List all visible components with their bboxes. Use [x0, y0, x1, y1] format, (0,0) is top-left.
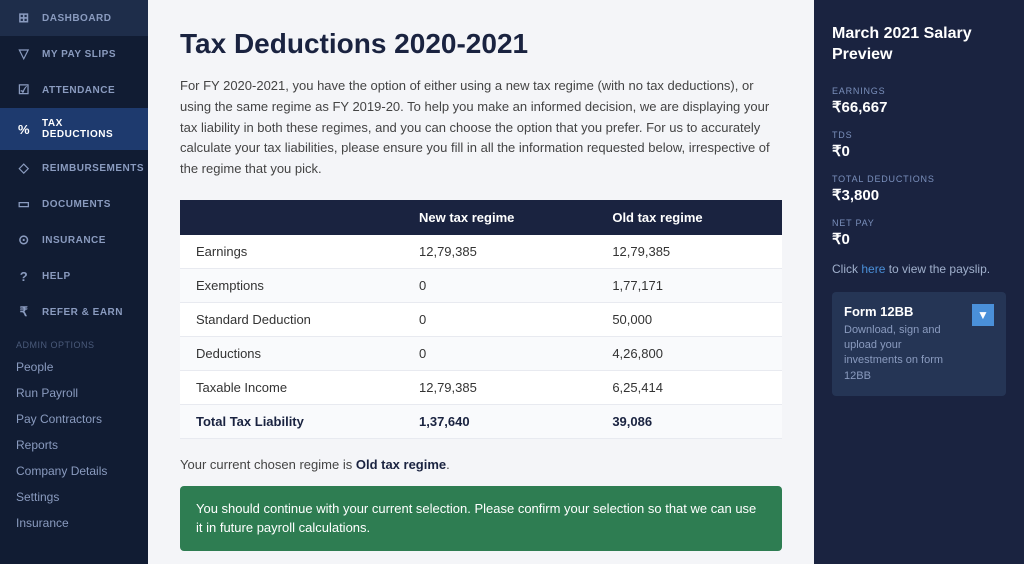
- download-icon[interactable]: ▼: [972, 304, 994, 326]
- main-content: Tax Deductions 2020-2021 For FY 2020-202…: [148, 0, 814, 564]
- page-title: Tax Deductions 2020-2021: [180, 28, 782, 60]
- row-new-value: 0: [403, 268, 596, 302]
- tax-table: New tax regime Old tax regime Earnings12…: [180, 200, 782, 439]
- total-deductions-row: Total Deductions ₹3,800: [832, 174, 1006, 204]
- sidebar-admin-item-settings[interactable]: Settings: [0, 484, 148, 510]
- my-pay-slips-icon: ▽: [16, 46, 32, 62]
- row-label: Standard Deduction: [180, 302, 403, 336]
- table-row: Exemptions01,77,171: [180, 268, 782, 302]
- form-card: Form 12BB Download, sign and upload your…: [832, 292, 1006, 397]
- col-header-new: New tax regime: [403, 200, 596, 235]
- form-card-title: Form 12BB: [844, 304, 962, 319]
- sidebar-item-label-insurance: Insurance: [42, 235, 106, 246]
- row-new-value: 0: [403, 336, 596, 370]
- sidebar-item-label-tax-deductions: Tax Deductions: [42, 118, 132, 140]
- col-header-old: Old tax regime: [596, 200, 782, 235]
- table-row: Total Tax Liability1,37,64039,086: [180, 404, 782, 438]
- sidebar-item-label-refer-earn: Refer & Earn: [42, 307, 123, 318]
- sidebar-admin-item-people[interactable]: People: [0, 354, 148, 380]
- insurance-icon: ⊙: [16, 232, 32, 248]
- sidebar-item-refer-earn[interactable]: ₹ Refer & Earn: [0, 294, 148, 330]
- earnings-value: ₹66,667: [832, 98, 1006, 116]
- sidebar-item-attendance[interactable]: ☑ Attendance: [0, 72, 148, 108]
- sidebar-item-label-dashboard: Dashboard: [42, 13, 112, 24]
- sidebar-item-label-documents: Documents: [42, 199, 111, 210]
- table-row: Deductions04,26,800: [180, 336, 782, 370]
- tds-row: TDS ₹0: [832, 130, 1006, 160]
- row-new-value: 1,37,640: [403, 404, 596, 438]
- row-new-value: 0: [403, 302, 596, 336]
- form-card-desc: Download, sign and upload your investmen…: [844, 323, 962, 385]
- info-box: You should continue with your current se…: [180, 486, 782, 551]
- regime-text: Your current chosen regime is Old tax re…: [180, 457, 782, 472]
- payslip-link[interactable]: here: [861, 262, 885, 276]
- sidebar: ⊞ Dashboard ▽ My Pay Slips ☑ Attendance% Tax D…: [0, 0, 148, 564]
- right-panel: March 2021 Salary Preview Earnings ₹66,6…: [814, 0, 1024, 564]
- description: For FY 2020-2021, you have the option of…: [180, 76, 782, 180]
- sidebar-item-insurance[interactable]: ⊙ Insurance: [0, 222, 148, 258]
- net-pay-row: Net Pay ₹0: [832, 218, 1006, 248]
- sidebar-item-help[interactable]: ? Help: [0, 258, 148, 294]
- form-card-content: Form 12BB Download, sign and upload your…: [844, 304, 962, 385]
- tds-label: TDS: [832, 130, 1006, 140]
- sidebar-item-label-reimbursements: Reimbursements: [42, 163, 144, 174]
- sidebar-item-dashboard[interactable]: ⊞ Dashboard: [0, 0, 148, 36]
- row-old-value: 50,000: [596, 302, 782, 336]
- total-deductions-label: Total Deductions: [832, 174, 1006, 184]
- col-header-0: [180, 200, 403, 235]
- sidebar-item-tax-deductions[interactable]: % Tax Deductions: [0, 108, 148, 150]
- row-new-value: 12,79,385: [403, 370, 596, 404]
- row-old-value: 39,086: [596, 404, 782, 438]
- table-body: Earnings12,79,38512,79,385Exemptions01,7…: [180, 235, 782, 439]
- attendance-icon: ☑: [16, 82, 32, 98]
- sidebar-admin-item-pay-contractors[interactable]: Pay Contractors: [0, 406, 148, 432]
- table-row: Taxable Income12,79,3856,25,414: [180, 370, 782, 404]
- tds-value: ₹0: [832, 142, 1006, 160]
- row-label: Earnings: [180, 235, 403, 269]
- net-pay-value: ₹0: [832, 230, 1006, 248]
- sidebar-item-documents[interactable]: ▭ Documents: [0, 186, 148, 222]
- sidebar-item-label-my-pay-slips: My Pay Slips: [42, 49, 116, 60]
- table-row: Earnings12,79,38512,79,385: [180, 235, 782, 269]
- right-panel-title: March 2021 Salary Preview: [832, 24, 1006, 66]
- sidebar-item-reimbursements[interactable]: ◇ Reimbursements: [0, 150, 148, 186]
- earnings-row: Earnings ₹66,667: [832, 86, 1006, 116]
- row-label: Taxable Income: [180, 370, 403, 404]
- row-old-value: 1,77,171: [596, 268, 782, 302]
- table-row: Standard Deduction050,000: [180, 302, 782, 336]
- documents-icon: ▭: [16, 196, 32, 212]
- sidebar-admin-item-company-details[interactable]: Company Details: [0, 458, 148, 484]
- sidebar-nav: ⊞ Dashboard ▽ My Pay Slips ☑ Attendance% Tax D…: [0, 0, 148, 330]
- sidebar-item-label-attendance: Attendance: [42, 85, 115, 96]
- row-old-value: 4,26,800: [596, 336, 782, 370]
- dashboard-icon: ⊞: [16, 10, 32, 26]
- row-label: Deductions: [180, 336, 403, 370]
- tax-deductions-icon: %: [16, 121, 32, 137]
- help-icon: ?: [16, 268, 32, 284]
- sidebar-item-my-pay-slips[interactable]: ▽ My Pay Slips: [0, 36, 148, 72]
- table-header: New tax regime Old tax regime: [180, 200, 782, 235]
- refer-earn-icon: ₹: [16, 304, 32, 320]
- total-deductions-value: ₹3,800: [832, 186, 1006, 204]
- sidebar-admin-item-run-payroll[interactable]: Run Payroll: [0, 380, 148, 406]
- row-label: Exemptions: [180, 268, 403, 302]
- payslip-link-row: Click here to view the payslip.: [832, 262, 1006, 276]
- admin-section-label: Admin Options: [0, 330, 148, 354]
- regime-value: Old tax regime: [356, 457, 446, 472]
- row-old-value: 12,79,385: [596, 235, 782, 269]
- sidebar-admin-item-insurance-admin[interactable]: Insurance: [0, 510, 148, 536]
- sidebar-admin-item-reports[interactable]: Reports: [0, 432, 148, 458]
- sidebar-admin-list: PeopleRun PayrollPay ContractorsReportsC…: [0, 354, 148, 536]
- sidebar-item-label-help: Help: [42, 271, 71, 282]
- row-old-value: 6,25,414: [596, 370, 782, 404]
- net-pay-label: Net Pay: [832, 218, 1006, 228]
- row-label: Total Tax Liability: [180, 404, 403, 438]
- reimbursements-icon: ◇: [16, 160, 32, 176]
- row-new-value: 12,79,385: [403, 235, 596, 269]
- earnings-label: Earnings: [832, 86, 1006, 96]
